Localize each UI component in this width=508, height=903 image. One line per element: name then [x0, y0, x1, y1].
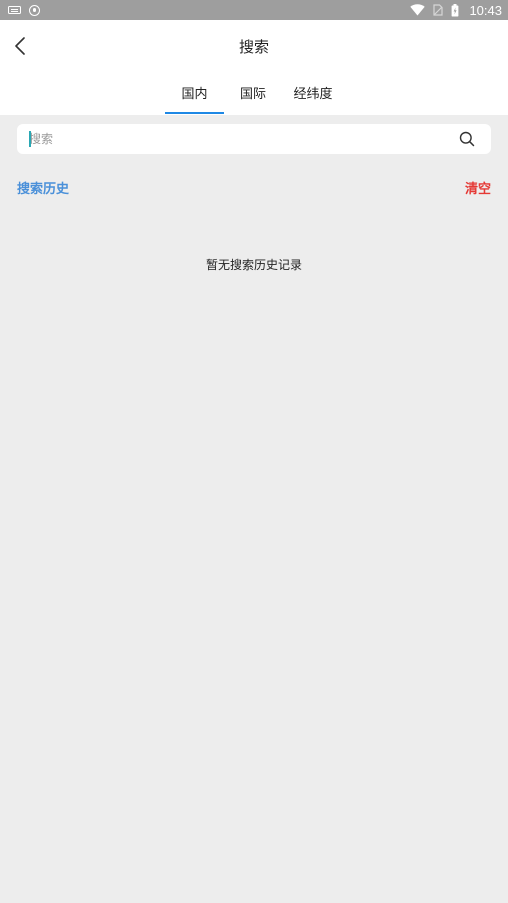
battery-icon [451, 3, 459, 17]
search-input[interactable] [17, 124, 453, 154]
status-time: 10:43 [469, 2, 502, 18]
clear-history-button[interactable]: 清空 [465, 178, 491, 197]
shield-icon [29, 4, 40, 16]
text-cursor [29, 131, 31, 147]
tab-international[interactable]: 国际 [230, 76, 276, 115]
status-right: 10:43 [410, 3, 502, 18]
wifi-icon [410, 4, 426, 16]
status-bar: 10:43 [0, 0, 508, 20]
empty-history-message: 暂无搜索历史记录 [205, 258, 302, 272]
search-icon[interactable] [453, 124, 481, 154]
tab-coordinates[interactable]: 经纬度 [285, 76, 341, 115]
active-tab-indicator [165, 112, 224, 114]
page-title: 搜索 [238, 38, 269, 56]
keyboard-icon [8, 6, 21, 14]
sim-icon [433, 4, 444, 16]
status-left [8, 4, 40, 16]
tab-domestic[interactable]: 国内 [165, 76, 224, 115]
search-box [17, 124, 491, 154]
region-tabs: 国内 国际 经纬度 [0, 76, 508, 115]
app-header: 搜索 [0, 20, 508, 76]
search-history-title: 搜索历史 [17, 182, 70, 197]
